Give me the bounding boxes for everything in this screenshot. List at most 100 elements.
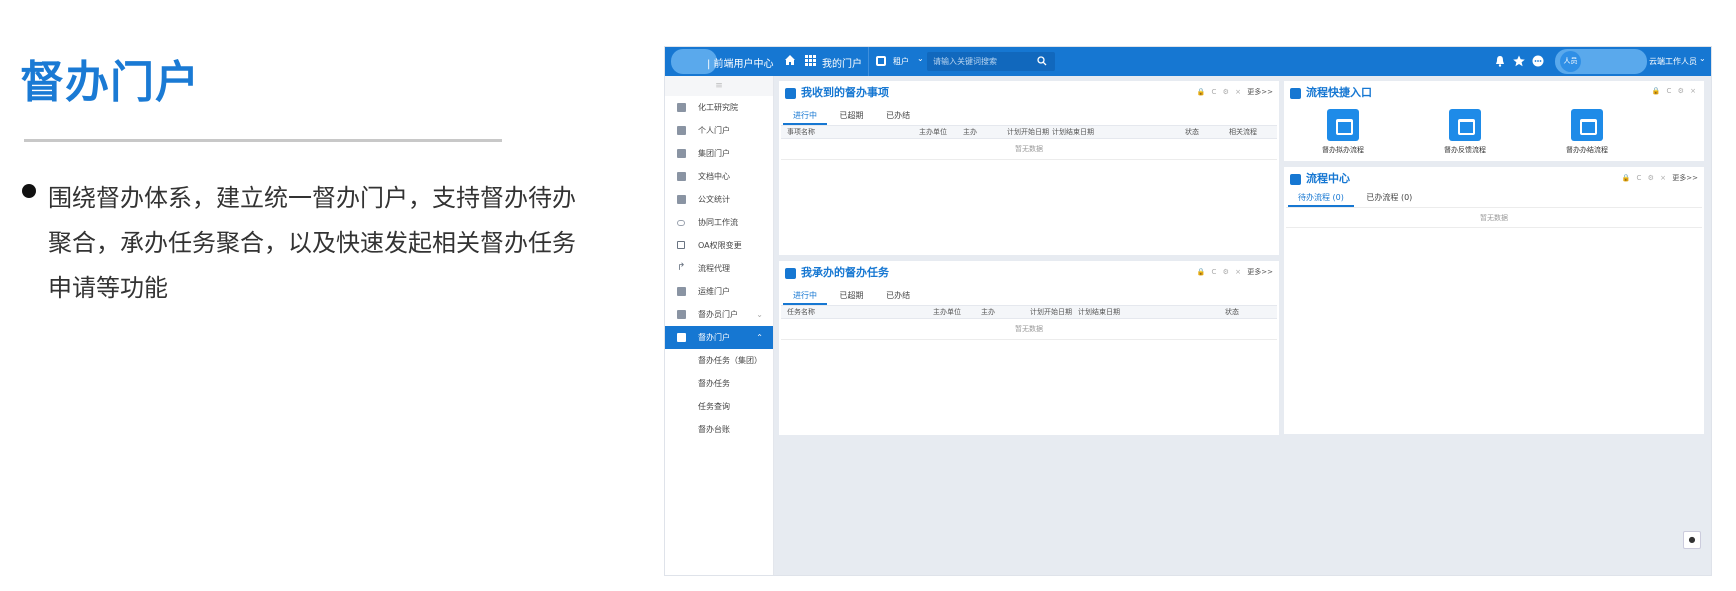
more-circle-icon[interactable] bbox=[1531, 54, 1545, 68]
avatar[interactable]: 人员 bbox=[1560, 51, 1581, 72]
bullet-dot-icon bbox=[22, 184, 36, 198]
sidebar-item-label: 流程代理 bbox=[698, 264, 730, 273]
panel-tool-icons[interactable]: 🔒 C ⚙ × bbox=[1197, 268, 1243, 276]
sidebar-item-supervisor-portal[interactable]: 督办员门户 ⌄ bbox=[665, 303, 773, 326]
divider bbox=[1286, 227, 1702, 228]
sidebar-item-workflow[interactable]: 协同工作流 bbox=[665, 211, 773, 234]
bell-icon[interactable] bbox=[1493, 54, 1507, 68]
tab-overdue[interactable]: 已超期 bbox=[830, 287, 874, 305]
panel-tool-icons[interactable]: 🔒 C ⚙ × bbox=[1622, 174, 1668, 182]
quick-entry-close[interactable]: 督办办结流程 bbox=[1552, 109, 1622, 155]
tab-in-progress[interactable]: 进行中 bbox=[783, 287, 827, 305]
sidebar-subitem-group-tasks[interactable]: 督办任务（集团） bbox=[665, 349, 773, 372]
panel-tools[interactable]: 🔒 C ⚙ × bbox=[1652, 87, 1698, 95]
column-header: 计划开始日期 bbox=[1007, 128, 1049, 136]
tab-pending-flows[interactable]: 待办流程 (0) bbox=[1288, 189, 1354, 207]
quick-entry-feedback[interactable]: 督办反馈流程 bbox=[1430, 109, 1500, 155]
bullet-item: 围绕督办体系，建立统一督办门户，支持督办待办聚合，承办任务聚合，以及快速发起相关… bbox=[22, 176, 582, 311]
tab-in-progress[interactable]: 进行中 bbox=[783, 107, 827, 125]
tag-icon bbox=[1290, 88, 1301, 99]
tab-completed[interactable]: 已办结 bbox=[876, 107, 920, 125]
sidebar-item-oa-permission[interactable]: OA权限变更 bbox=[665, 234, 773, 257]
panel-tabs: 进行中 已超期 已办结 bbox=[783, 287, 920, 305]
scope-select[interactable]: 租户 bbox=[893, 56, 909, 67]
share-icon: ↱ bbox=[677, 262, 686, 273]
column-header: 状态 bbox=[1185, 128, 1199, 136]
tab-done-flows[interactable]: 已办流程 (0) bbox=[1356, 189, 1422, 207]
empty-state: 暂无数据 bbox=[1015, 325, 1043, 333]
chevron-up-icon: ⌃ bbox=[756, 333, 763, 342]
sidebar-item-label: 个人门户 bbox=[698, 126, 730, 135]
table-icon bbox=[677, 310, 686, 319]
home-icon[interactable] bbox=[783, 53, 797, 67]
panel-tabs: 待办流程 (0) 已办流程 (0) bbox=[1288, 189, 1422, 207]
table-icon bbox=[677, 172, 686, 181]
panel-title: 我收到的督办事项 bbox=[785, 85, 889, 101]
star-icon[interactable] bbox=[1512, 54, 1526, 68]
my-portal-link[interactable]: 我的门户 bbox=[822, 55, 862, 70]
sidebar-item-supervision-portal[interactable]: 督办门户 ⌃ bbox=[665, 326, 773, 349]
search-icon[interactable] bbox=[1037, 56, 1047, 66]
table-icon bbox=[677, 333, 686, 342]
divider bbox=[1286, 207, 1702, 208]
nav-divider bbox=[868, 47, 869, 76]
user-menu-chevron-icon[interactable]: ⌄ bbox=[1699, 54, 1706, 63]
sidebar-subitem-tasks[interactable]: 督办任务 bbox=[665, 372, 773, 395]
panel-tools[interactable]: 🔒 C ⚙ × 更多>> bbox=[1197, 267, 1273, 277]
sidebar-subitem-task-query[interactable]: 任务查询 bbox=[665, 395, 773, 418]
tab-overdue[interactable]: 已超期 bbox=[830, 107, 874, 125]
sidebar-subitem-ledger[interactable]: 督办台账 bbox=[665, 418, 773, 441]
more-link[interactable]: 更多>> bbox=[1247, 268, 1273, 276]
chat-icon[interactable]: ● bbox=[1683, 531, 1701, 549]
workspace-icon[interactable] bbox=[876, 56, 886, 66]
sidebar-item-doc-center[interactable]: 文档中心 bbox=[665, 165, 773, 188]
sidebar-item-flow-proxy[interactable]: ↱ 流程代理 bbox=[665, 257, 773, 280]
panel-title: 我承办的督办任务 bbox=[785, 265, 889, 281]
column-header: 主办单位 bbox=[933, 308, 961, 316]
sidebar-item-chem-institute[interactable]: 化工研究院 bbox=[665, 96, 773, 119]
panel-tools[interactable]: 🔒 C ⚙ × 更多>> bbox=[1622, 173, 1698, 183]
sidebar-item-label: OA权限变更 bbox=[698, 241, 742, 250]
edit-icon bbox=[677, 241, 685, 249]
more-link[interactable]: 更多>> bbox=[1247, 88, 1273, 96]
sidebar-item-label: 集团门户 bbox=[698, 149, 730, 158]
quick-entry-draft[interactable]: 督办拟办流程 bbox=[1308, 109, 1378, 155]
column-header: 主办 bbox=[963, 128, 977, 136]
sidebar-item-doc-stats[interactable]: 公文统计 bbox=[665, 188, 773, 211]
user-name[interactable]: 云端工作人员 bbox=[1649, 56, 1697, 67]
tab-completed[interactable]: 已办结 bbox=[876, 287, 920, 305]
tag-icon bbox=[1290, 174, 1301, 185]
sidebar-item-label: 文档中心 bbox=[698, 172, 730, 181]
inbox-icon bbox=[1571, 109, 1603, 141]
chevron-down-icon[interactable]: ⌄ bbox=[917, 54, 924, 63]
sidebar-item-label: 公文统计 bbox=[698, 195, 730, 204]
panel-tools[interactable]: 🔒 C ⚙ × 更多>> bbox=[1197, 87, 1273, 97]
table-header: 任务名称 主办单位 主办 计划开始日期 计划结束日期 状态 bbox=[781, 305, 1277, 319]
search-input[interactable] bbox=[933, 54, 1033, 69]
column-header: 状态 bbox=[1225, 308, 1239, 316]
portal-screenshot: | 前端用户中心 我的门户 租户 ⌄ 人员 云端工作人员 ⌄ ≡ 化工研究院 个… bbox=[664, 46, 1712, 576]
inbox-icon bbox=[1327, 109, 1359, 141]
sidebar-item-label: 协同工作流 bbox=[698, 218, 738, 227]
inbox-icon bbox=[1449, 109, 1481, 141]
panel-tabs: 进行中 已超期 已办结 bbox=[783, 107, 920, 125]
more-link[interactable]: 更多>> bbox=[1672, 174, 1698, 182]
sidebar-item-group-portal[interactable]: 集团门户 bbox=[665, 142, 773, 165]
divider bbox=[781, 159, 1277, 160]
apps-grid-icon[interactable] bbox=[805, 55, 816, 66]
search-box[interactable] bbox=[927, 52, 1055, 71]
table-icon bbox=[677, 149, 686, 158]
column-header: 任务名称 bbox=[787, 308, 815, 316]
column-header: 相关流程 bbox=[1229, 128, 1257, 136]
panel-tool-icons[interactable]: 🔒 C ⚙ × bbox=[1652, 87, 1698, 95]
sidebar-item-label: 督办门户 bbox=[698, 333, 730, 342]
sidebar-collapse-icon[interactable]: ≡ bbox=[665, 76, 773, 96]
sidebar-item-ops-portal[interactable]: 运维门户 bbox=[665, 280, 773, 303]
panel-title-text: 我收到的督办事项 bbox=[801, 86, 889, 99]
sidebar-item-label: 督办员门户 bbox=[698, 310, 738, 319]
app-name[interactable]: | 前端用户中心 bbox=[707, 55, 774, 70]
panel-title-text: 我承办的督办任务 bbox=[801, 266, 889, 279]
column-header: 计划结束日期 bbox=[1078, 308, 1120, 316]
panel-tool-icons[interactable]: 🔒 C ⚙ × bbox=[1197, 88, 1243, 96]
sidebar-item-personal-portal[interactable]: 个人门户 bbox=[665, 119, 773, 142]
